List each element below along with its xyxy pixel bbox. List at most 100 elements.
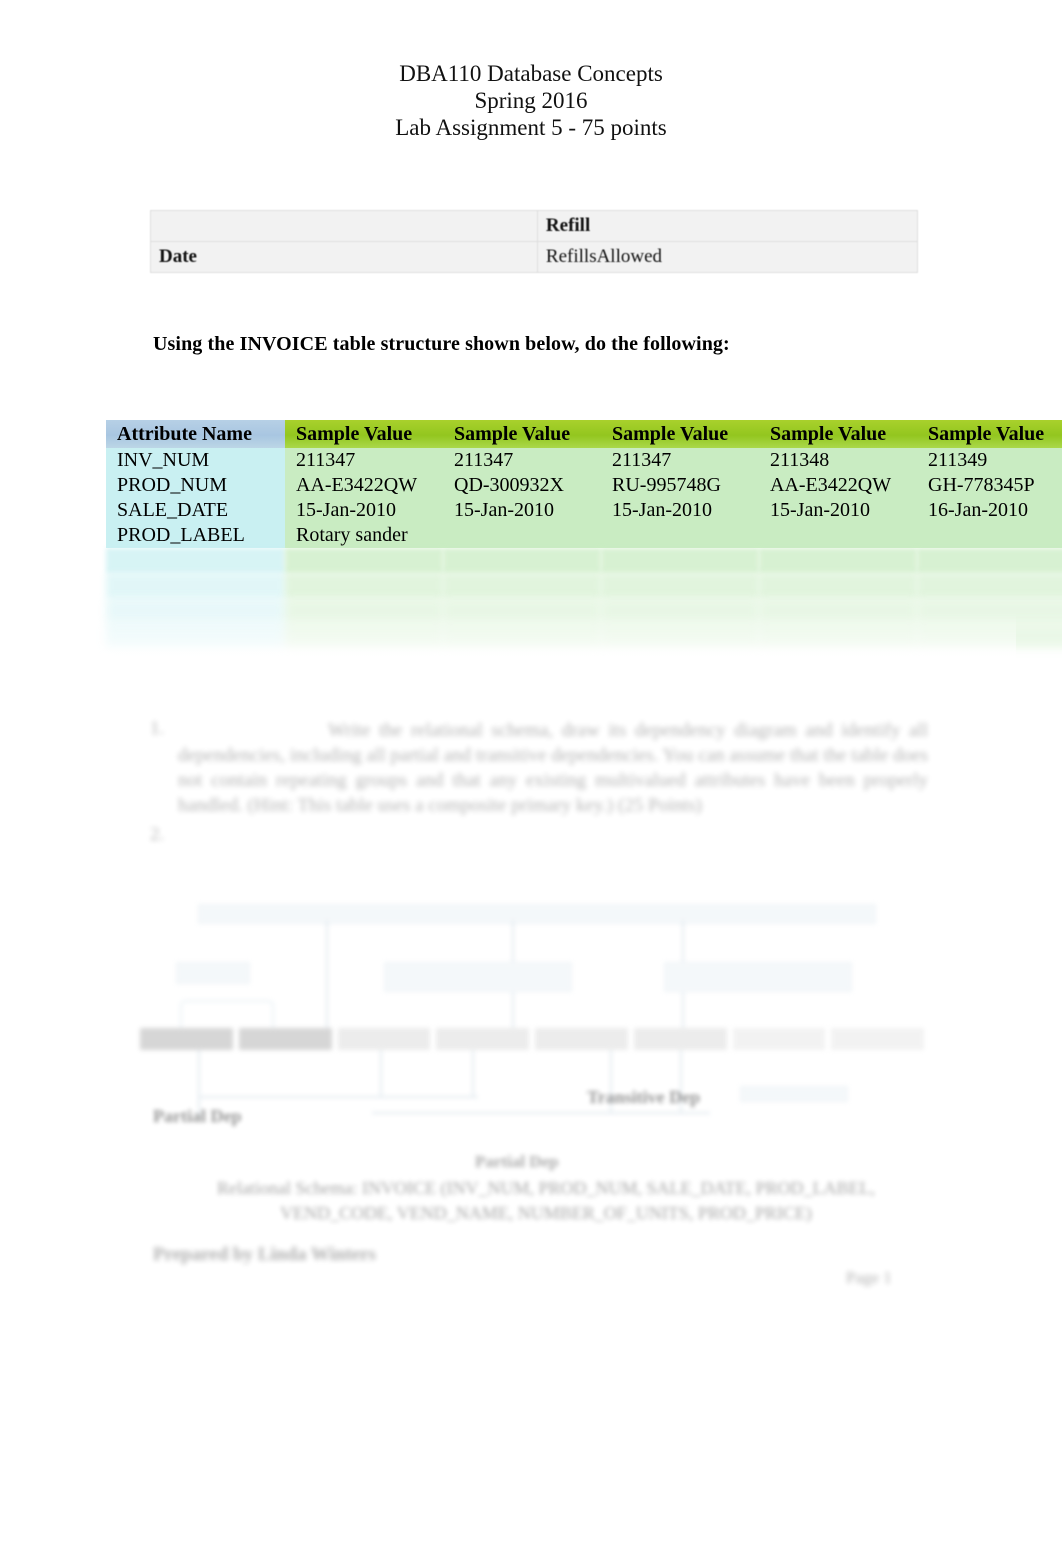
- diagram-top-bar: [198, 904, 876, 924]
- invoice-cell: [759, 623, 917, 648]
- invoice-cell: 15-Jan-2010: [285, 498, 443, 523]
- diagram-attribute: [633, 1028, 727, 1050]
- list-item: 2.: [150, 824, 928, 846]
- table-row: Date RefillsAllowed: [150, 241, 919, 273]
- invoice-cell: 16-Jan-2010: [917, 498, 1062, 523]
- invoice-cell: [285, 623, 443, 648]
- title-line-2: Spring 2016: [474, 88, 588, 113]
- document-title-block: DBA110 Database Concepts Spring 2016 Lab…: [0, 60, 1062, 141]
- diagram-connector-vertical: [472, 1050, 474, 1096]
- invoice-attribute-name: [106, 598, 285, 623]
- invoice-cell: [759, 523, 917, 548]
- invoice-cell: [443, 598, 601, 623]
- invoice-cell: [601, 523, 759, 548]
- invoice-attribute-name: PROD_LABEL: [106, 523, 285, 548]
- table-row-redacted: [106, 548, 1062, 573]
- invoice-cell: [285, 598, 443, 623]
- invoice-cell: 211348: [759, 448, 917, 473]
- diagram-attribute: [732, 1028, 826, 1050]
- invoice-cell: [601, 598, 759, 623]
- refill-row1-right: Refill: [536, 210, 919, 242]
- invoice-cell: [917, 623, 1062, 648]
- invoice-cell: AA-E3422QW: [759, 473, 917, 498]
- invoice-cell: 211347: [443, 448, 601, 473]
- question-number: 1.: [150, 718, 165, 739]
- diagram-lower-box: [740, 1086, 848, 1102]
- invoice-cell: AA-E3422QW: [285, 473, 443, 498]
- invoice-attribute-name: [106, 573, 285, 598]
- list-item: 1. Write the relational schema, draw its…: [150, 718, 928, 818]
- invoice-attribute-name: SALE_DATE: [106, 498, 285, 523]
- invoice-cell: [443, 623, 601, 648]
- diagram-mid-box: [176, 962, 250, 984]
- diagram-mid-box: [664, 962, 852, 992]
- table-row: PROD_NUM AA-E3422QW QD-300932X RU-995748…: [106, 473, 1062, 498]
- question-text: Write the relational schema, draw its de…: [178, 720, 928, 816]
- table-row-redacted: [106, 573, 1062, 598]
- diagram-connector-vertical: [380, 1050, 382, 1096]
- diagram-attribute: [831, 1028, 924, 1050]
- invoice-cell: [917, 523, 1062, 548]
- invoice-cell: [759, 598, 917, 623]
- invoice-header-row: Attribute Name Sample Value Sample Value…: [106, 420, 1062, 448]
- invoice-cell: [917, 598, 1062, 623]
- invoice-header-sample-2: Sample Value: [443, 420, 601, 448]
- diagram-attribute: [337, 1028, 431, 1050]
- diagram-label-partial-dep: Partial Dep: [153, 1106, 242, 1126]
- table-row-redacted: [106, 598, 1062, 623]
- invoice-cell: QD-300932X: [443, 473, 601, 498]
- diagram-attribute: [140, 1028, 233, 1050]
- invoice-attribute-name: PROD_NUM: [106, 473, 285, 498]
- invoice-cell: [443, 573, 601, 598]
- table-row: SALE_DATE 15-Jan-2010 15-Jan-2010 15-Jan…: [106, 498, 1062, 523]
- invoice-header-sample-1: Sample Value: [285, 420, 443, 448]
- footer-page-number: Page 1: [846, 1268, 892, 1287]
- diagram-label-transitive-dep: Transitive Dep: [587, 1087, 701, 1107]
- diagram-attribute: [238, 1028, 332, 1050]
- footer-prepared-by: Prepared by Linda Winters: [153, 1244, 376, 1265]
- invoice-cell: [443, 548, 601, 573]
- diagram-attribute: [535, 1028, 628, 1050]
- invoice-header-sample-4: Sample Value: [759, 420, 917, 448]
- dependency-diagram: [140, 900, 930, 1145]
- invoice-cell: [443, 523, 601, 548]
- invoice-cell: [285, 548, 443, 573]
- question-list: 1. Write the relational schema, draw its…: [150, 718, 928, 852]
- invoice-cell: 15-Jan-2010: [601, 498, 759, 523]
- relational-schema-text: Relational Schema: INVOICE (INV_NUM, PRO…: [217, 1178, 875, 1223]
- invoice-cell: 211347: [285, 448, 443, 473]
- question-text: [178, 824, 928, 846]
- invoice-cell: 211347: [601, 448, 759, 473]
- refill-row1-left: [150, 210, 538, 242]
- invoice-structure-table: Attribute Name Sample Value Sample Value…: [106, 420, 1062, 672]
- invoice-cell: [601, 548, 759, 573]
- table-row: INV_NUM 211347 211347 211347 211348 2113…: [106, 448, 1062, 473]
- schema-caption: Partial Dep: [475, 1152, 559, 1171]
- invoice-cell: 15-Jan-2010: [759, 498, 917, 523]
- table-row-redacted: [106, 623, 1062, 648]
- invoice-cell: 211349: [917, 448, 1062, 473]
- diagram-connector-horizontal: [372, 1112, 710, 1114]
- invoice-attribute-name: INV_NUM: [106, 448, 285, 473]
- diagram-attribute-row: [140, 1028, 930, 1050]
- refill-row2-left: Date: [150, 241, 538, 273]
- diagram-attribute: [436, 1028, 529, 1050]
- invoice-cell: 15-Jan-2010: [443, 498, 601, 523]
- title-line-3: Lab Assignment 5 - 75 points: [395, 115, 667, 140]
- invoice-cell: Rotary sander: [285, 523, 443, 548]
- invoice-header-sample-3: Sample Value: [601, 420, 759, 448]
- invoice-cell: [285, 573, 443, 598]
- invoice-header-attribute-name: Attribute Name: [106, 420, 285, 448]
- invoice-cell: [917, 548, 1062, 573]
- title-line-1: DBA110 Database Concepts: [399, 61, 663, 86]
- diagram-connector-vertical: [326, 920, 328, 1032]
- invoice-header-sample-5: Sample Value: [917, 420, 1062, 448]
- invoice-cell: [601, 573, 759, 598]
- table-row: Refill: [150, 210, 919, 242]
- invoice-attribute-name: [106, 623, 285, 648]
- question-number: 2.: [150, 824, 165, 845]
- diagram-mid-box: [384, 962, 572, 992]
- refill-table: Refill Date RefillsAllowed: [150, 210, 919, 273]
- invoice-attribute-name: [106, 548, 285, 573]
- invoice-cell: [759, 548, 917, 573]
